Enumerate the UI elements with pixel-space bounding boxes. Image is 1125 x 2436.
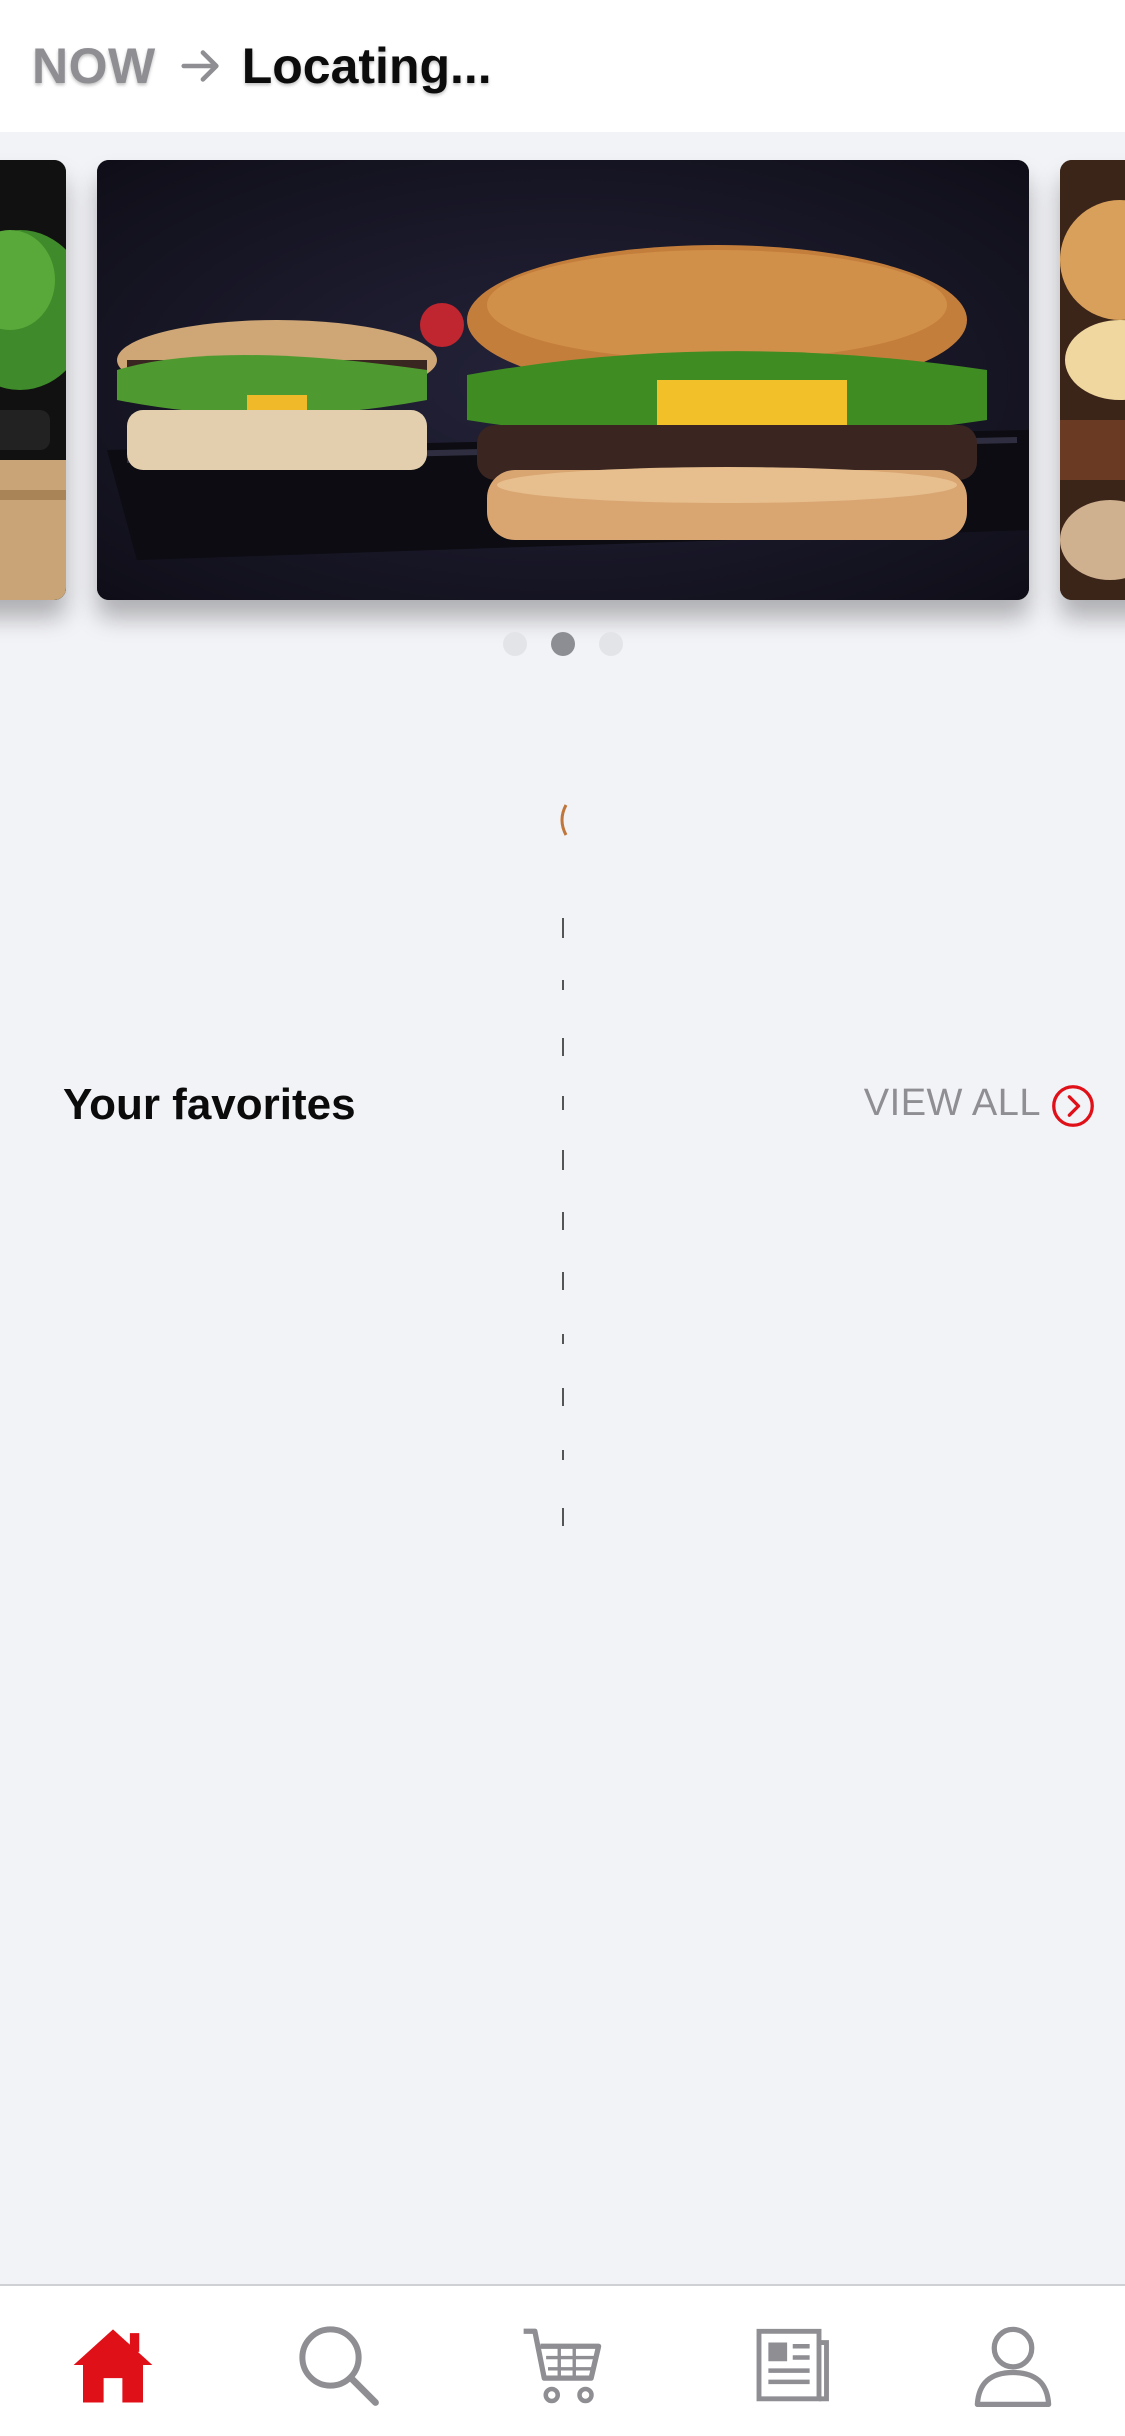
carousel-pagination[interactable] xyxy=(0,632,1125,656)
promo-carousel[interactable] xyxy=(0,160,1125,600)
view-all-link[interactable]: VIEW ALL xyxy=(864,1082,1041,1125)
sandwich-image xyxy=(1060,160,1125,600)
profile-icon xyxy=(974,2326,1052,2407)
carousel-slide-sandwich[interactable] xyxy=(1060,160,1125,600)
order-mode-label[interactable]: NOW xyxy=(32,37,156,95)
nav-home[interactable] xyxy=(68,2320,158,2410)
nav-news[interactable] xyxy=(744,2320,834,2410)
home-icon xyxy=(73,2329,153,2403)
app-screen: NOW Locating... Your favorites VIEW ALL xyxy=(0,0,1125,2436)
loading-placeholder xyxy=(560,804,568,1526)
favorites-section: Your favorites VIEW ALL xyxy=(0,1070,1125,1140)
carousel-dot[interactable] xyxy=(502,632,527,656)
carousel-dot-active[interactable] xyxy=(550,632,575,656)
arrow-right-icon xyxy=(181,50,219,82)
carousel-dot[interactable] xyxy=(598,632,623,656)
nav-profile[interactable] xyxy=(968,2320,1058,2410)
location-label[interactable]: Locating... xyxy=(242,37,492,95)
news-icon xyxy=(756,2328,829,2402)
carousel-slide-salad[interactable] xyxy=(0,160,66,600)
salad-image xyxy=(0,160,66,600)
favorites-title: Your favorites xyxy=(63,1080,356,1129)
carousel-slide-burgers[interactable] xyxy=(97,160,1029,600)
cart-icon xyxy=(523,2328,602,2404)
search-icon xyxy=(299,2326,379,2406)
nav-cart[interactable] xyxy=(518,2320,608,2410)
burger-image xyxy=(97,160,1029,600)
location-header[interactable]: NOW Locating... xyxy=(0,0,1125,132)
nav-search[interactable] xyxy=(293,2320,383,2410)
bottom-nav xyxy=(0,2284,1125,2436)
chevron-right-circle-icon[interactable] xyxy=(1051,1084,1095,1128)
